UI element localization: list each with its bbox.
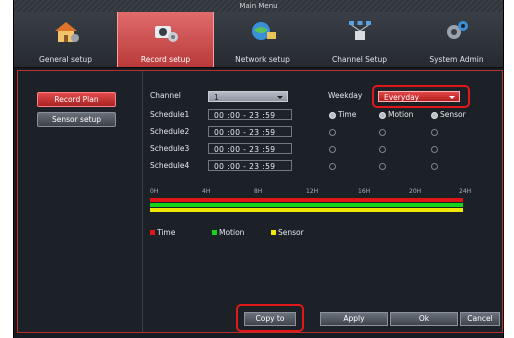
time-column-label: Time [338,110,357,119]
schedule3-time[interactable]: 00 :00 - 23 :59 [208,143,292,154]
schedule4-motion-check[interactable] [379,163,386,170]
legend-sensor-swatch [271,230,276,235]
schedule2-time-check[interactable] [329,129,336,136]
ok-button[interactable]: Ok [390,312,458,326]
chevron-down-icon [277,96,283,99]
schedule2-motion-check[interactable] [379,129,386,136]
schedule1-time[interactable]: 00 :00 - 23 :59 [208,109,292,120]
motion-column-check[interactable] [379,112,386,119]
cancel-button[interactable]: Cancel [460,312,500,326]
schedule4-time[interactable]: 00 :00 - 23 :59 [208,160,292,171]
tick-label: 4H [202,188,211,195]
schedule4-sensor-check[interactable] [431,163,438,170]
record-plan-button[interactable]: Record Plan [37,92,116,107]
legend-motion-swatch [212,230,217,235]
tick-label: 12H [306,188,319,195]
tab-system-admin[interactable]: System Admin [408,12,505,67]
main-menu-window: Main Menu General setup Record setup Net… [13,0,504,338]
sidebar: Record Plan Sensor setup [18,71,143,332]
window-title: Main Menu [14,0,503,12]
schedule3-sensor-check[interactable] [431,146,438,153]
schedule1-label: Schedule1 [150,110,190,119]
record-setup-panel: Record Plan Sensor setup Channel 1 Weekd… [17,70,503,333]
globe-network-icon [251,22,276,40]
legend-sensor-label: Sensor [278,228,304,237]
sensor-setup-button[interactable]: Sensor setup [37,112,116,127]
sensor-bar [150,208,463,212]
sensor-column-label: Sensor [440,110,466,119]
network-nodes-icon [348,21,371,40]
legend-motion-label: Motion [219,228,245,237]
motion-column-label: Motion [388,110,414,119]
schedule4-label: Schedule4 [150,161,190,170]
tick-label: 16H [358,188,371,195]
legend-time-label: Time [157,228,176,237]
top-navigation: General setup Record setup Network setup… [14,12,503,68]
tick-label: 24H [459,188,472,195]
tick-label: 0H [150,188,159,195]
tab-record-setup[interactable]: Record setup [117,12,214,67]
legend-time-swatch [150,230,155,235]
schedule3-label: Schedule3 [150,144,190,153]
time-bar [150,198,463,202]
schedule4-time-check[interactable] [329,163,336,170]
channel-label: Channel [150,91,181,100]
tab-general-setup[interactable]: General setup [14,12,117,67]
tab-network-setup[interactable]: Network setup [214,12,311,67]
copy-to-highlight [236,304,304,332]
camera-gear-icon [154,26,178,42]
apply-button[interactable]: Apply [320,312,388,326]
tick-label: 8H [254,188,263,195]
time-column-check[interactable] [329,112,336,119]
gears-icon [446,21,468,39]
sensor-column-check[interactable] [431,112,438,119]
schedule2-time[interactable]: 00 :00 - 23 :59 [208,126,292,137]
motion-bar [150,203,463,207]
house-gear-icon [54,22,79,42]
weekday-highlight [372,85,470,108]
schedule3-motion-check[interactable] [379,146,386,153]
weekday-label: Weekday [328,91,363,100]
schedule2-label: Schedule2 [150,127,190,136]
tab-channel-setup[interactable]: Channel Setup [311,12,408,67]
schedule2-sensor-check[interactable] [431,129,438,136]
schedule3-time-check[interactable] [329,146,336,153]
channel-select[interactable]: 1 [208,91,288,102]
tick-label: 20H [409,188,422,195]
